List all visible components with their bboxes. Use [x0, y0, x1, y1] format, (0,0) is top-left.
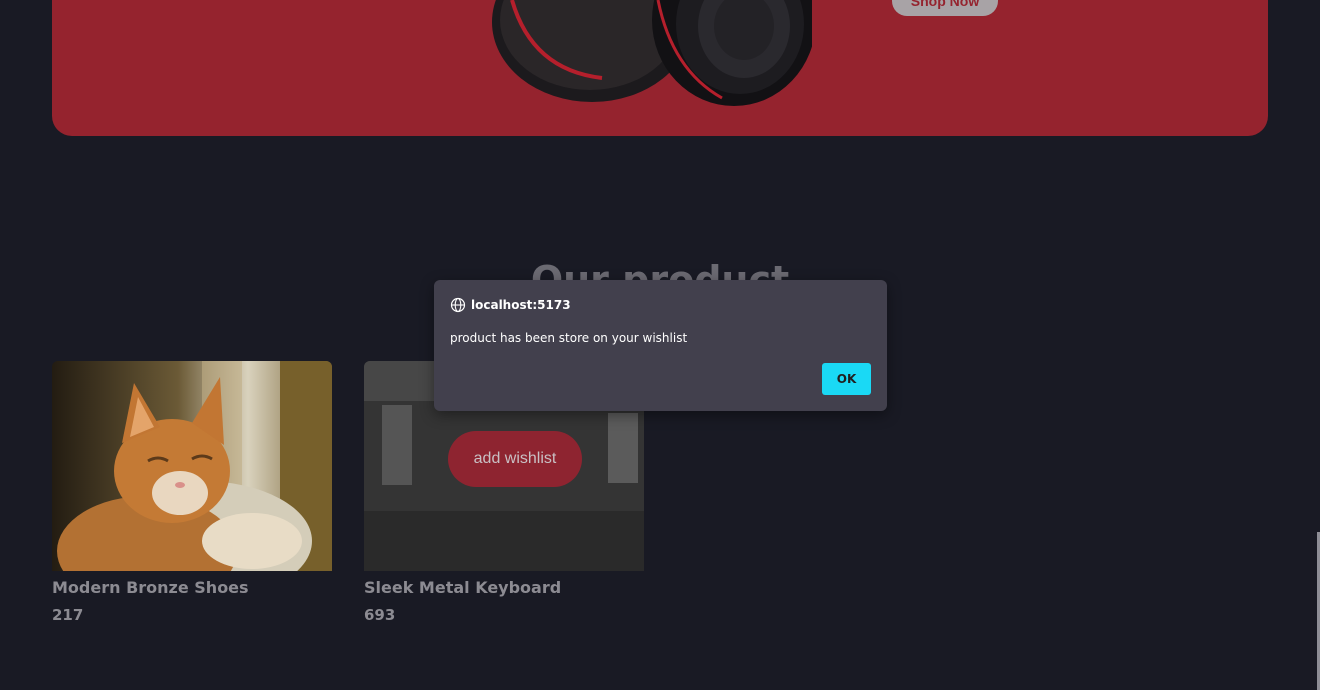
ok-button[interactable]: OK	[822, 363, 871, 395]
dialog-message: product has been store on your wishlist	[450, 331, 688, 345]
globe-icon	[450, 297, 466, 313]
product-card[interactable]: Modern Bronze Shoes 217	[52, 361, 332, 625]
hero-banner: Shop Now	[52, 0, 1268, 136]
product-name: Sleek Metal Keyboard	[364, 578, 562, 597]
product-image-cat[interactable]	[52, 361, 332, 571]
product-price: 693	[364, 606, 396, 624]
add-wishlist-button[interactable]: add wishlist	[448, 431, 582, 487]
product-name: Modern Bronze Shoes	[52, 578, 249, 597]
shop-now-button[interactable]: Shop Now	[892, 0, 998, 16]
dialog-header: localhost:5173	[450, 296, 571, 314]
alert-dialog: localhost:5173 product has been store on…	[434, 280, 887, 411]
page: Shop Now Our product	[0, 0, 1320, 690]
dialog-origin: localhost:5173	[471, 298, 571, 312]
product-price: 217	[52, 606, 84, 624]
headphones-image	[492, 0, 812, 106]
